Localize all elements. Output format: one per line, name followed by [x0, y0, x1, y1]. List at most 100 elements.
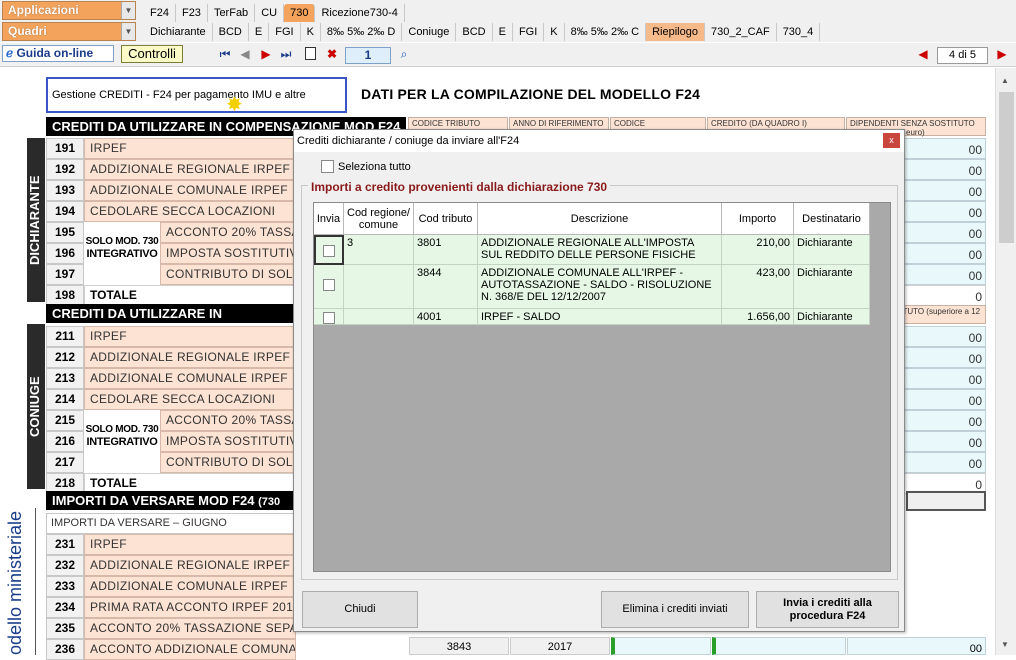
select-all-checkbox[interactable] [321, 160, 334, 173]
ie-icon: ℯ [6, 46, 14, 60]
tab-quadro-9[interactable]: FGI [513, 22, 545, 41]
close-icon[interactable]: x [883, 133, 900, 148]
row-number: 215 [46, 410, 84, 431]
row-label: IMPOSTA SOSTITUTIVA I [160, 431, 296, 452]
tab-f24[interactable]: F24 [144, 3, 176, 22]
row-label: CEDOLARE SECCA LOCAZIONI [84, 201, 296, 222]
chevron-down-icon[interactable]: ▼ [121, 2, 135, 19]
elimina-crediti-button[interactable]: Elimina i crediti inviati [601, 591, 749, 628]
invia-crediti-button[interactable]: Invia i crediti alla procedura F24 [756, 591, 899, 628]
tab-quadro-0[interactable]: Dichiarante [144, 22, 213, 41]
solo-mod-label-con: SOLO MOD. 730 INTEGRATIVO [84, 418, 160, 458]
row-number: 231 [46, 534, 84, 555]
first-page-icon[interactable]: ⏮ [218, 47, 232, 61]
cursor-highlight-icon: ✸ [226, 94, 243, 116]
search-page-icon[interactable]: ⌕ [397, 47, 411, 61]
page-title: DATI PER LA COMPILAZIONE DEL MODELLO F24 [361, 86, 701, 102]
row-label: CONTRIBUTO DI SOLIDA [160, 264, 296, 285]
next-page-icon[interactable]: ▶ [259, 47, 273, 61]
row-label: ACCONTO ADDIZIONALE COMUNALE 2017 [84, 639, 296, 660]
tab-quadro-10[interactable]: K [544, 22, 565, 41]
row-number: 213 [46, 368, 84, 389]
tab-quadro-14[interactable]: 730_4 [777, 22, 821, 41]
row-number: 236 [46, 639, 84, 660]
invia-checkbox[interactable] [322, 312, 335, 324]
tab-quadro-2[interactable]: E [249, 22, 270, 41]
tab-quadro-11[interactable]: 8‰ 5‰ 2‰ C [565, 22, 647, 41]
row-number: 217 [46, 452, 84, 473]
row-label: CONTRIBUTO DI SOLIDA [160, 452, 296, 473]
quadri-dropdown[interactable]: Quadri ▼ [2, 22, 136, 41]
new-page-icon[interactable] [305, 47, 316, 60]
row236-value-field[interactable]: 00 [847, 637, 986, 655]
tab-quadro-8[interactable]: E [493, 22, 513, 41]
row-label: ACCONTO 20% TASSA [160, 222, 296, 243]
tab-quadro-7[interactable]: BCD [456, 22, 493, 41]
row-label: IRPEF [84, 534, 296, 555]
invia-checkbox[interactable] [323, 245, 335, 257]
solo-mod-text: SOLO MOD. 730 [85, 424, 159, 435]
pager-next-icon[interactable]: ▶ [995, 47, 1009, 61]
tab-f23[interactable]: F23 [176, 3, 208, 22]
row-number: 197 [46, 264, 84, 285]
row-invia-cell[interactable] [314, 309, 344, 325]
tab-quadro-13[interactable]: 730_2_CAF [705, 22, 777, 41]
row-invia-cell[interactable] [314, 235, 344, 265]
invia-checkbox[interactable] [322, 279, 335, 291]
grid-cell-imp: 423,00 [722, 265, 794, 309]
chiudi-button[interactable]: Chiudi [302, 591, 418, 628]
tab-quadro-3[interactable]: FGI [269, 22, 301, 41]
importi-total-field[interactable] [906, 491, 986, 511]
group-title: Importi a credito provenienti dalla dich… [308, 180, 611, 194]
gestione-crediti-button[interactable]: Gestione CREDITI - F24 per pagamento IMU… [46, 77, 347, 133]
row-number: 232 [46, 555, 84, 576]
page-number-input[interactable]: 1 [345, 47, 391, 64]
row236-codice: 3843 [409, 637, 509, 655]
grid-cell-reg [344, 265, 414, 309]
dichiarante-label: DICHIARANTE [27, 138, 45, 302]
grid-cell-desc: ADDIZIONALE REGIONALE ALL'IMPOSTA SUL RE… [478, 235, 722, 265]
row-number: 211 [46, 326, 84, 347]
scroll-down-icon[interactable]: ▼ [1001, 640, 1009, 649]
section-tabs: Dichiarante BCD E FGI K 8‰ 5‰ 2‰ D Coniuge BCD E… [144, 22, 821, 41]
scroll-thumb[interactable] [999, 92, 1014, 243]
row-number: 212 [46, 347, 84, 368]
grid-cell-desc: IRPEF - SALDO [478, 309, 722, 325]
pager-display: 4 di 5 [937, 47, 988, 64]
solo-mod-text: SOLO MOD. 730 [85, 236, 159, 247]
last-page-icon[interactable]: ⏭ [279, 47, 293, 61]
row236-credito-field[interactable] [712, 637, 846, 655]
tab-cu[interactable]: CU [255, 3, 285, 22]
crediti-dialog: Crediti dichiarante / coniuge da inviare… [293, 129, 905, 632]
grid-header-0: Invia [314, 203, 344, 235]
vertical-scrollbar[interactable]: ▲ ▼ [995, 68, 1016, 655]
row-invia-cell[interactable] [314, 265, 344, 309]
row-number: 235 [46, 618, 84, 639]
row236-codice-field[interactable] [611, 637, 711, 655]
tab-ricezione730-4[interactable]: Ricezione730-4 [315, 3, 405, 22]
delete-page-icon[interactable]: ✖ [325, 47, 339, 61]
tab-quadro-5[interactable]: 8‰ 5‰ 2‰ D [321, 22, 403, 41]
grid-header-5: Destinatario [794, 203, 870, 235]
grid-cell-trib: 4001 [414, 309, 478, 325]
grid-cell-reg: 3 [344, 235, 414, 265]
tab-terfab[interactable]: TerFab [208, 3, 256, 22]
integrativo-text: INTEGRATIVO [86, 248, 158, 260]
guida-online-button[interactable]: ℯ Guida on-line [2, 45, 114, 62]
grid-cell-reg [344, 309, 414, 325]
tab-quadro-12[interactable]: Riepilogo [646, 22, 705, 41]
tab-quadro-6[interactable]: Coniuge [402, 22, 457, 41]
controlli-button[interactable]: Controlli [121, 45, 183, 63]
prev-page-icon[interactable]: ◀ [238, 47, 252, 61]
tab-quadro-1[interactable]: BCD [213, 22, 249, 41]
scroll-up-icon[interactable]: ▲ [1001, 76, 1009, 85]
tab-quadro-4[interactable]: K [301, 22, 321, 41]
chevron-down-icon[interactable]: ▼ [121, 23, 135, 40]
applicazioni-dropdown[interactable]: Applicazioni ▼ [2, 1, 136, 20]
section-importi-title: IMPORTI DA VERSARE MOD F24 [52, 493, 255, 508]
select-all-row[interactable]: Seleziona tutto [321, 160, 411, 173]
section-importi-header: IMPORTI DA VERSARE MOD F24 (730 [46, 491, 296, 510]
tab-730[interactable]: 730 [284, 3, 316, 22]
pager-prev-icon[interactable]: ◀ [916, 47, 930, 61]
row-number: 196 [46, 243, 84, 264]
